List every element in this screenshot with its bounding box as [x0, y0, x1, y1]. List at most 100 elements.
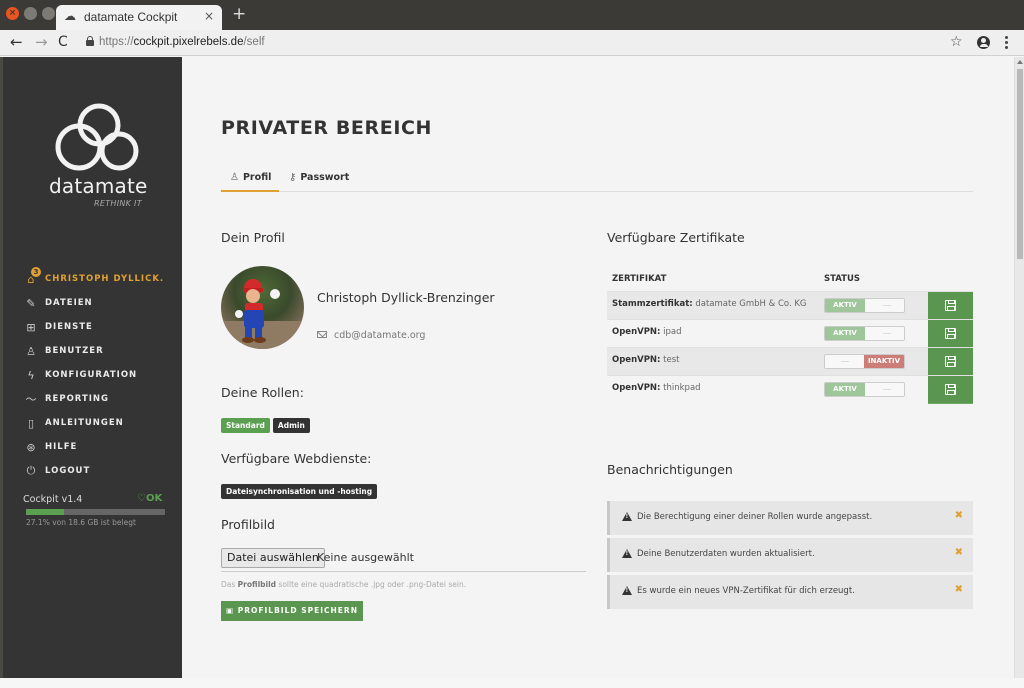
webservices-list: Dateisynchronisation und -hosting	[221, 479, 380, 499]
notification-item: Deine Benutzerdaten wurden aktualisiert.…	[607, 538, 973, 572]
sidebar-nav: ⌂ 3 CHRISTOPH DYLLICK. ✎ DATEIEN ⊞ DIENS…	[23, 267, 183, 483]
window-close-button[interactable]: ×	[6, 7, 19, 20]
sidebar-item-dienste[interactable]: ⊞ DIENSTE	[23, 315, 183, 339]
profile-picture-hint: Das Profilbild sollte eine quadratische …	[221, 580, 466, 589]
toggle-handle	[883, 333, 891, 334]
tab-label: Passwort	[300, 172, 350, 183]
table-header: ZERTIFIKAT STATUS	[607, 270, 973, 291]
forward-arrow-icon[interactable]: →	[35, 33, 48, 51]
webservice-badge: Dateisynchronisation und -hosting	[221, 484, 378, 499]
dismiss-notification-icon[interactable]: ✖	[955, 584, 963, 595]
download-certificate-button[interactable]	[928, 376, 973, 404]
sidebar: datamate RETHINK IT ⌂ 3 CHRISTOPH DYLLIC…	[0, 57, 182, 678]
notifications-list: Die Berechtigung einer deiner Rollen wur…	[607, 501, 973, 612]
status-toggle[interactable]: INAKTIV	[824, 354, 905, 369]
sidebar-item-reporting[interactable]: 〜 REPORTING	[23, 387, 183, 411]
window-minimize-button[interactable]	[24, 7, 37, 20]
choose-file-button[interactable]: Datei auswählen	[221, 548, 325, 568]
user-icon: ♙	[230, 172, 239, 183]
certificate-type: OpenVPN:	[612, 327, 661, 337]
browser-menu-icon[interactable]	[1005, 36, 1008, 49]
column-header-status: STATUS	[824, 274, 861, 284]
roles-list: Standard Admin	[221, 413, 313, 433]
webservices-heading: Verfügbare Webdienste:	[221, 451, 372, 466]
status-toggle[interactable]: AKTIV	[824, 382, 905, 397]
certificate-label: datamate GmbH & Co. KG	[695, 299, 807, 309]
lifebuoy-icon: ⊛	[26, 440, 36, 454]
notification-item: Es wurde ein neues VPN-Zertifikat für di…	[607, 575, 973, 609]
tab-title: datamate Cockpit	[84, 10, 178, 24]
download-certificate-button[interactable]	[928, 348, 973, 376]
role-badge-admin: Admin	[272, 418, 310, 433]
download-certificate-button[interactable]	[928, 320, 973, 348]
certificate-name: OpenVPN: thinkpad	[612, 383, 701, 393]
url-path: /self	[243, 36, 265, 48]
url-host: cockpit.pixelrebels.de	[133, 36, 244, 48]
certificates-table: ZERTIFIKAT STATUS Stammzertifikat: datam…	[607, 270, 973, 404]
floppy-disk-icon	[945, 300, 956, 311]
sidebar-item-label: HILFE	[45, 442, 78, 452]
sidebar-item-hilfe[interactable]: ⊛ HILFE	[23, 435, 183, 459]
roles-heading: Deine Rollen:	[221, 385, 304, 400]
dismiss-notification-icon[interactable]: ✖	[955, 510, 963, 521]
key-icon: ⚷	[289, 172, 297, 183]
warning-icon	[622, 549, 632, 558]
storage-progress-bar	[26, 509, 165, 515]
file-status: Keine ausgewählt	[317, 551, 414, 564]
browser-tab[interactable]: ☁ datamate Cockpit ×	[56, 5, 222, 30]
scroll-up-arrow-icon[interactable]	[1017, 60, 1023, 64]
window-maximize-button[interactable]	[42, 7, 55, 20]
reload-icon[interactable]: C	[58, 34, 68, 50]
table-row: OpenVPN: thinkpad AKTIV	[607, 375, 973, 404]
edit-icon: ✎	[26, 296, 36, 310]
tab-passwort[interactable]: ⚷ Passwort	[289, 172, 349, 183]
window-bottom-edge	[0, 678, 1024, 688]
new-tab-button[interactable]: +	[232, 4, 246, 24]
file-input-underline	[221, 571, 586, 572]
avatar	[221, 266, 304, 349]
users-icon: ♙	[26, 344, 36, 358]
address-bar[interactable]: https://cockpit.pixelrebels.de/self	[99, 36, 265, 48]
trend-icon: 〜	[25, 393, 37, 406]
notifications-heading: Benachrichtigungen	[607, 462, 733, 477]
sidebar-item-label: KONFIGURATION	[45, 370, 138, 380]
account-icon[interactable]	[977, 36, 990, 49]
hint-prefix: Das	[221, 580, 238, 589]
sidebar-item-konfiguration[interactable]: ϟ KONFIGURATION	[23, 363, 183, 387]
status-toggle[interactable]: AKTIV	[824, 298, 905, 313]
download-certificate-button[interactable]	[928, 292, 973, 320]
tab-close-icon[interactable]: ×	[204, 9, 214, 23]
sidebar-item-dateien[interactable]: ✎ DATEIEN	[23, 291, 183, 315]
sidebar-item-label: LOGOUT	[45, 466, 91, 476]
floppy-disk-icon	[945, 328, 956, 339]
status-on-label: AKTIV	[825, 383, 865, 396]
book-icon: ▯	[27, 416, 35, 430]
avatar-image	[221, 279, 304, 349]
sidebar-item-logout[interactable]: ⏻ LOGOUT	[23, 459, 183, 483]
sidebar-item-benutzer[interactable]: ♙ BENUTZER	[23, 339, 183, 363]
table-row: OpenVPN: test INAKTIV	[607, 347, 973, 376]
warning-icon	[622, 512, 632, 521]
scrollbar-thumb[interactable]	[1017, 69, 1023, 259]
status-off-label: INAKTIV	[864, 355, 904, 368]
browser-toolbar: ← → C https://cockpit.pixelrebels.de/sel…	[0, 30, 1024, 56]
page-scrollbar[interactable]	[1014, 57, 1024, 678]
certificate-type: OpenVPN:	[612, 383, 661, 393]
table-row: OpenVPN: ipad AKTIV	[607, 319, 973, 348]
certificate-label: thinkpad	[663, 383, 701, 393]
lock-icon	[86, 36, 94, 46]
dismiss-notification-icon[interactable]: ✖	[955, 547, 963, 558]
toggle-handle	[841, 361, 849, 362]
floppy-disk-icon	[945, 356, 956, 367]
sidebar-item-label: REPORTING	[45, 394, 110, 404]
back-arrow-icon[interactable]: ←	[10, 33, 23, 51]
sidebar-item-profile[interactable]: ⌂ 3 CHRISTOPH DYLLICK.	[23, 267, 183, 291]
notification-count-badge: 3	[31, 267, 41, 277]
save-profile-picture-button[interactable]: ▣ PROFILBILD SPEICHERN	[221, 601, 363, 621]
url-scheme: https://	[99, 36, 134, 48]
bookmark-star-icon[interactable]: ☆	[950, 34, 963, 50]
tab-profil[interactable]: ♙ Profil	[230, 172, 271, 183]
status-toggle[interactable]: AKTIV	[824, 326, 905, 341]
grid-icon: ⊞	[26, 320, 36, 334]
sidebar-item-anleitungen[interactable]: ▯ ANLEITUNGEN	[23, 411, 183, 435]
